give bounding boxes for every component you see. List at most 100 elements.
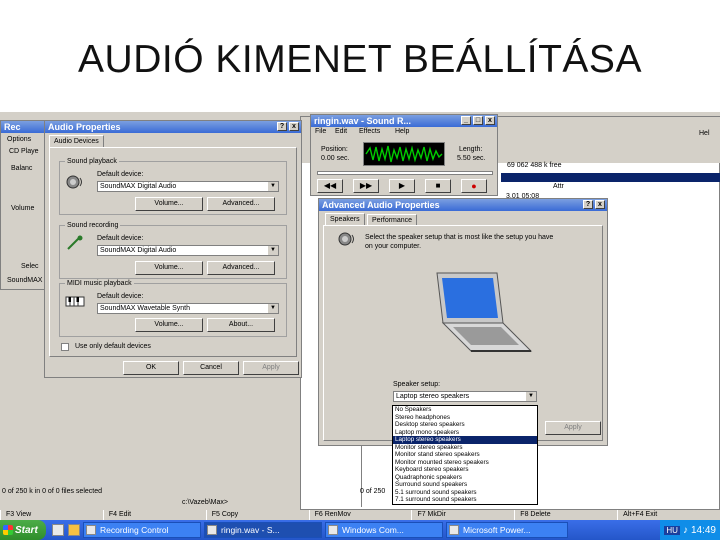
quick-launch-icon[interactable]: [52, 524, 64, 536]
speaker-option[interactable]: No Speakers: [393, 406, 537, 414]
speaker-option[interactable]: Quadraphonic speakers: [393, 474, 537, 482]
seek-end-button[interactable]: ▶▶: [353, 179, 379, 193]
speaker-icon: [338, 232, 354, 246]
speaker-setup-label: Speaker setup:: [393, 381, 441, 388]
taskbar-button[interactable]: Windows Com...: [325, 522, 443, 538]
function-key[interactable]: F8 Delete: [514, 510, 617, 520]
record-button[interactable]: ●: [461, 179, 487, 193]
speaker-option[interactable]: Laptop mono speakers: [393, 429, 537, 437]
minimize-icon[interactable]: _: [461, 116, 471, 125]
recording-control-window: Rec Options CD Playe Balanc Volume Selec…: [0, 120, 48, 290]
seek-start-button[interactable]: ◀◀: [317, 179, 343, 193]
speaker-option[interactable]: Desktop stereo speakers: [393, 421, 537, 429]
help-icon[interactable]: ?: [583, 200, 593, 209]
file-manager-help-menu[interactable]: Hel: [699, 130, 710, 137]
taskbar-button[interactable]: Recording Control: [83, 522, 201, 538]
speaker-option[interactable]: Monitor stereo speakers: [393, 444, 537, 452]
midi-volume-button[interactable]: Volume...: [135, 318, 203, 332]
speaker-option[interactable]: 7.1 surround sound speakers: [393, 496, 537, 504]
chevron-down-icon[interactable]: ▼: [268, 182, 278, 191]
taskbar-button[interactable]: ringin.wav - S...: [204, 522, 322, 538]
advanced-apply-button[interactable]: Apply: [545, 421, 601, 435]
recording-volume-button[interactable]: Volume...: [135, 261, 203, 275]
speaker-option[interactable]: Laptop stereo speakers: [393, 436, 537, 444]
ok-button[interactable]: OK: [123, 361, 179, 375]
playback-volume-button[interactable]: Volume...: [135, 197, 203, 211]
quick-launch-icon[interactable]: [68, 524, 80, 536]
taskbar-button[interactable]: Microsoft Power...: [446, 522, 568, 538]
midi-device-select[interactable]: SoundMAX Wavetable Synth ▼: [97, 303, 279, 314]
speaker-option[interactable]: Stereo headphones: [393, 414, 537, 422]
menu-help[interactable]: Help: [395, 128, 409, 135]
waveform-icon: [365, 145, 443, 163]
speaker-option[interactable]: 5.1 surround sound speakers: [393, 489, 537, 497]
midi-device-label: Default device:: [97, 293, 144, 300]
command-path: c:\Vazeb\Max>: [182, 499, 228, 506]
laptop-icon: [436, 272, 533, 352]
recording-control-tab[interactable]: CD Playe: [9, 148, 39, 155]
free-space-label: 69 062 488 k free: [507, 162, 562, 169]
recording-control-titlebar[interactable]: Rec: [1, 121, 47, 133]
midi-keyboard-icon: [65, 296, 85, 307]
cancel-button[interactable]: Cancel: [183, 361, 239, 375]
function-key[interactable]: F6 RenMov: [308, 510, 412, 520]
function-key[interactable]: F7 MkDir: [411, 510, 514, 520]
close-icon[interactable]: x: [289, 122, 299, 131]
chevron-down-icon[interactable]: ▼: [268, 304, 278, 313]
recording-advanced-button[interactable]: Advanced...: [207, 261, 275, 275]
file-status-left: 0 of 250 k in 0 of 0 files selected: [2, 488, 103, 495]
seek-slider[interactable]: [317, 171, 493, 175]
sound-recorder-titlebar[interactable]: ringin.wav - Sound R... _ □ x: [311, 115, 497, 127]
menu-file[interactable]: File: [315, 128, 326, 135]
select-label[interactable]: Selec: [21, 263, 39, 270]
close-icon[interactable]: x: [485, 116, 495, 125]
waveform-display: [363, 142, 445, 166]
speaker-instruction: Select the speaker setup that is most li…: [365, 234, 554, 250]
audio-properties-titlebar[interactable]: Audio Properties ? x: [45, 121, 301, 133]
close-icon[interactable]: x: [595, 200, 605, 209]
sound-recorder-window: ringin.wav - Sound R... _ □ x File Edit …: [310, 114, 498, 196]
slide-title: AUDIÓ KIMENET BEÁLLÍTÁSA: [78, 38, 642, 81]
start-button[interactable]: Start: [0, 520, 46, 540]
speaker-option[interactable]: Surround sound speakers: [393, 481, 537, 489]
position-label: Position:: [321, 146, 348, 153]
speaker-option[interactable]: Keyboard stereo speakers: [393, 466, 537, 474]
function-key-bar: F3 View F4 Edit F5 Copy F6 RenMov F7 MkDir F8…: [0, 510, 720, 520]
language-indicator[interactable]: HU: [664, 525, 680, 535]
advanced-audio-titlebar[interactable]: Advanced Audio Properties ? x: [319, 199, 607, 211]
stop-button[interactable]: ■: [425, 179, 451, 193]
recording-control-menu[interactable]: Options: [7, 136, 31, 143]
system-tray: HU ♪ 14:49: [660, 520, 720, 540]
audio-properties-dialog: Audio Properties ? x Audio Devices Sound…: [44, 120, 302, 378]
attr-column-header[interactable]: Attr: [553, 183, 564, 190]
volume-icon[interactable]: ♪: [683, 525, 688, 536]
playback-device-select[interactable]: SoundMAX Digital Audio ▼: [97, 181, 279, 192]
recording-device-select[interactable]: SoundMAX Digital Audio ▼: [97, 245, 279, 256]
function-key[interactable]: F5 Copy: [205, 510, 309, 520]
chevron-down-icon[interactable]: ▼: [526, 392, 536, 401]
function-key[interactable]: F4 Edit: [102, 510, 206, 520]
apply-button[interactable]: Apply: [243, 361, 299, 375]
play-button[interactable]: ▶: [389, 179, 415, 193]
speaker-icon: [66, 175, 82, 189]
speaker-setup-select[interactable]: Laptop stereo speakers ▼: [393, 391, 537, 402]
chevron-down-icon[interactable]: ▼: [268, 246, 278, 255]
app-icon: [449, 525, 459, 535]
default-devices-checkbox[interactable]: [61, 343, 69, 351]
tab-speakers[interactable]: Speakers: [325, 213, 365, 225]
midi-about-button[interactable]: About...: [207, 318, 275, 332]
help-icon[interactable]: ?: [277, 122, 287, 131]
recording-device-label: Default device:: [97, 235, 144, 242]
maximize-icon[interactable]: □: [473, 116, 483, 125]
playback-advanced-button[interactable]: Advanced...: [207, 197, 275, 211]
speaker-option[interactable]: Monitor stand stereo speakers: [393, 451, 537, 459]
function-key[interactable]: F3 View: [0, 510, 103, 520]
menu-effects[interactable]: Effects: [359, 128, 380, 135]
speaker-setup-options[interactable]: No Speakers Stereo headphones Desktop ster…: [392, 405, 538, 505]
tab-audio-devices[interactable]: Audio Devices: [49, 135, 104, 147]
function-key[interactable]: Alt+F4 Exit: [617, 510, 720, 520]
speaker-option[interactable]: Monitor mounted stereo speakers: [393, 459, 537, 467]
menu-edit[interactable]: Edit: [335, 128, 347, 135]
length-label: Length:: [459, 146, 483, 153]
clock: 14:49: [690, 524, 716, 536]
